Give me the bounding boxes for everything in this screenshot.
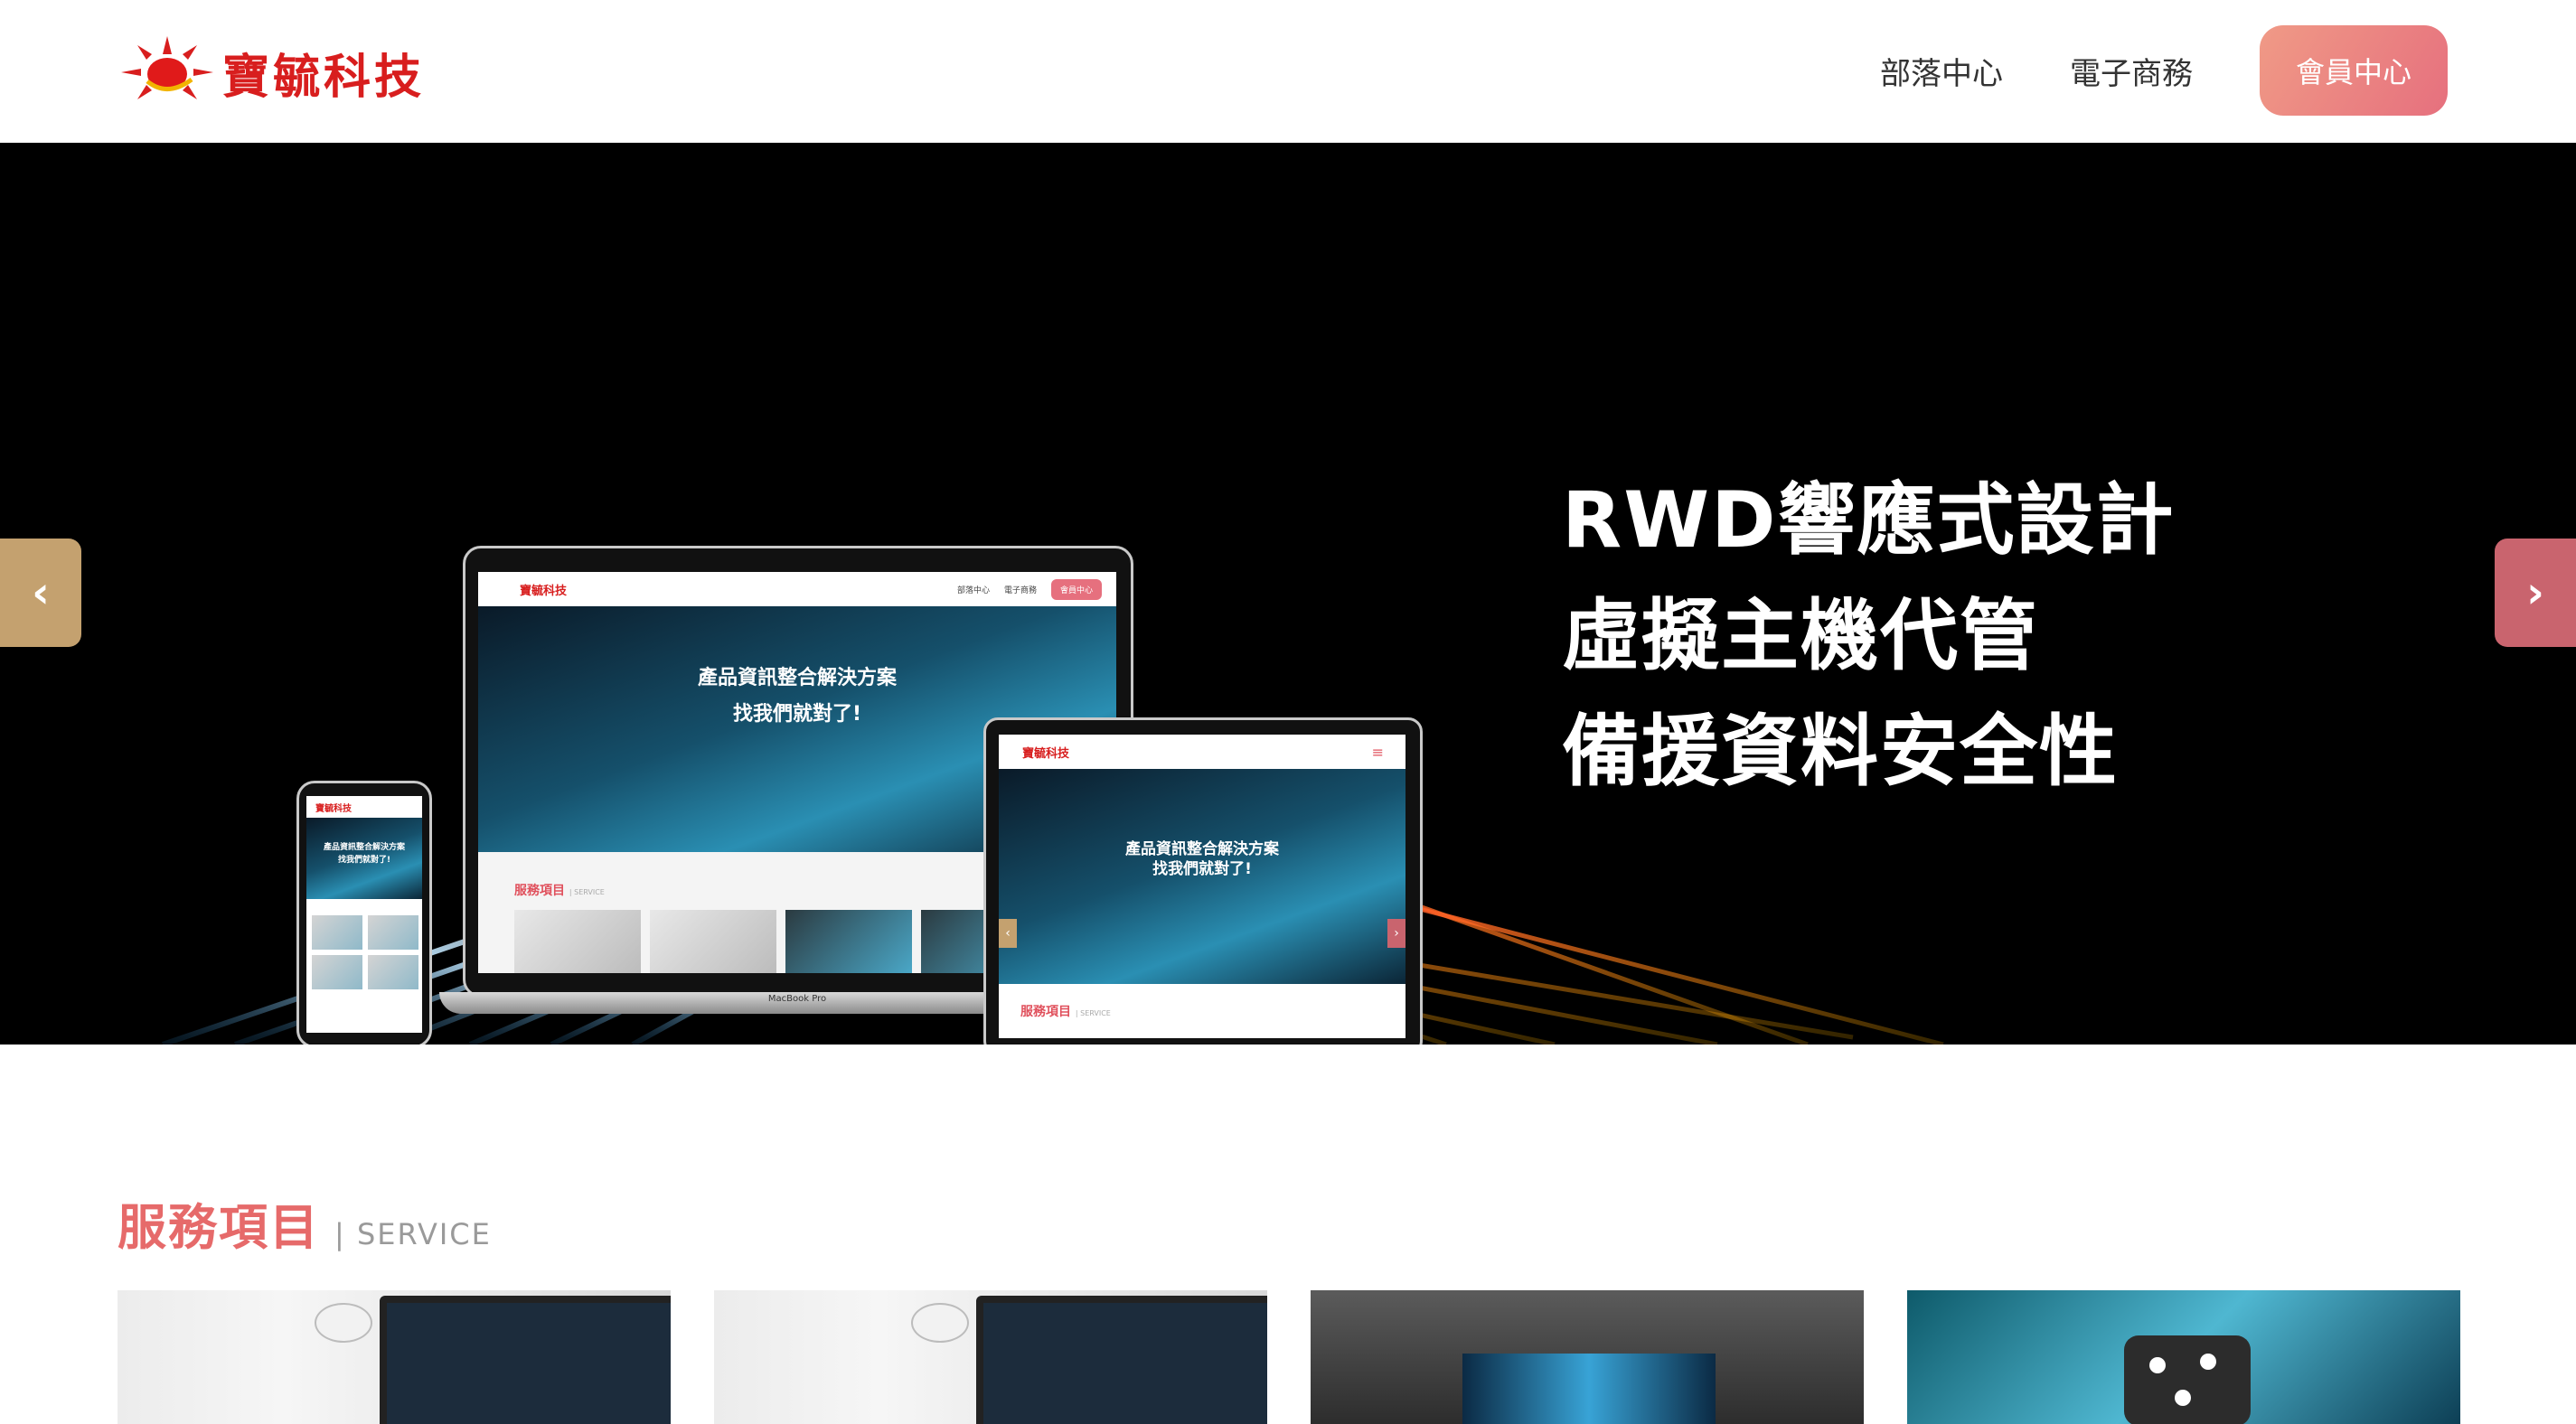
mockup-nav: 部落中心 電子商務 會員中心 xyxy=(956,578,1116,600)
carousel-next-button[interactable]: › xyxy=(2495,539,2576,647)
hero-line-hosting: 虛擬主機代管 xyxy=(1562,591,2039,681)
tablet-mockup-logo: 寶毓科技 xyxy=(1022,746,1070,761)
hero-line-rwd: RWD響應式設計 xyxy=(1562,475,2176,566)
service-section-title: 服務項目 | SERVICE xyxy=(118,1187,492,1259)
tech-device-image xyxy=(2124,1335,2251,1424)
hero-line-backup: 備援資料安全性 xyxy=(1562,707,2119,797)
mockup-service-title: 服務項目 | SERVICE xyxy=(514,881,605,899)
mockup-thumbnail xyxy=(785,910,912,973)
phone-headline-line-1: 產品資訊整合解決方案 xyxy=(323,843,405,852)
mockup-service-zh: 服務項目 xyxy=(514,884,565,898)
tablet-mockup-service-title: 服務項目 | SERVICE xyxy=(1020,1002,1111,1020)
phone-grid-cell xyxy=(312,955,362,989)
phone-mockup-header: 寶毓科技 xyxy=(306,796,422,818)
service-title-zh: 服務項目 xyxy=(118,1199,320,1256)
monitor-image xyxy=(380,1296,671,1424)
service-card[interactable] xyxy=(1907,1290,2460,1424)
tablet-service-zh: 服務項目 xyxy=(1020,1005,1071,1019)
phone-grid-cell xyxy=(312,915,362,950)
member-center-button[interactable]: 會員中心 xyxy=(2260,25,2448,116)
site-logo[interactable]: 寶毓科技 xyxy=(118,34,425,110)
mockup-thumbnail xyxy=(650,910,776,973)
chevron-right-icon: › xyxy=(2526,567,2544,618)
phone-mockup-headline: 產品資訊整合解決方案 找我們就對了! xyxy=(306,841,422,867)
tablet-next-arrow-icon: › xyxy=(1387,919,1406,948)
carousel-prev-button[interactable]: ‹ xyxy=(0,539,81,647)
phone-screen: 寶毓科技 產品資訊整合解決方案 找我們就對了! xyxy=(306,796,422,1033)
site-header: 寶毓科技 部落中心 電子商務 會員中心 xyxy=(0,0,2576,143)
hero-carousel: 寶毓科技 部落中心 電子商務 會員中心 產品資訊整合解決方案 找我們就對了! 服… xyxy=(0,143,2576,1045)
lamp-image xyxy=(911,1303,969,1343)
hero-headline: RWD響應式設計 虛擬主機代管 備援資料安全性 xyxy=(1562,463,2175,810)
mockup-service-en: | SERVICE xyxy=(569,888,605,896)
mockup-nav-ecommerce: 電子商務 xyxy=(1003,586,1037,595)
service-card[interactable] xyxy=(118,1290,671,1424)
service-card[interactable] xyxy=(714,1290,1267,1424)
tablet-mockup-header: 寶毓科技 ≡ xyxy=(999,735,1406,769)
mockup-thumbnail xyxy=(514,910,641,973)
service-title-en: | SERVICE xyxy=(334,1217,492,1251)
monitor-image xyxy=(976,1296,1267,1424)
tablet-mockup-service: 服務項目 | SERVICE xyxy=(999,984,1406,1038)
tablet-mockup: 寶毓科技 ≡ ‹ › 產品資訊整合解決方案 找我們就對了! 服務項目 | SER… xyxy=(983,717,1423,1045)
service-card[interactable] xyxy=(1311,1290,1864,1424)
mockup-cta: 會員中心 xyxy=(1050,578,1102,600)
mockup-header: 寶毓科技 部落中心 電子商務 會員中心 xyxy=(478,572,1116,606)
phone-headline-line-2: 找我們就對了! xyxy=(337,856,391,865)
chevron-left-icon: ‹ xyxy=(32,567,50,618)
phone-mockup: 寶毓科技 產品資訊整合解決方案 找我們就對了! xyxy=(296,781,432,1045)
phone-mockup-hero: 產品資訊整合解決方案 找我們就對了! xyxy=(306,818,422,899)
tablet-prev-arrow-icon: ‹ xyxy=(999,919,1017,948)
tablet-mockup-hero: ‹ › 產品資訊整合解決方案 找我們就對了! xyxy=(999,769,1406,984)
tablet-headline-line-1: 產品資訊整合解決方案 xyxy=(1125,840,1279,858)
device-dot xyxy=(2175,1390,2191,1406)
nav-link-blog[interactable]: 部落中心 xyxy=(1880,49,2003,93)
lamp-image xyxy=(315,1303,372,1343)
sun-logo-icon xyxy=(121,36,213,99)
tablet-mockup-headline: 產品資訊整合解決方案 找我們就對了! xyxy=(999,839,1406,879)
nav-link-ecommerce[interactable]: 電子商務 xyxy=(2070,49,2193,93)
mockup-nav-blog: 部落中心 xyxy=(956,586,990,595)
tablet-screen: 寶毓科技 ≡ ‹ › 產品資訊整合解決方案 找我們就對了! 服務項目 | SER… xyxy=(999,735,1406,1038)
device-dot xyxy=(2149,1357,2166,1373)
phone-grid-cell xyxy=(368,915,418,950)
server-room-image xyxy=(1462,1354,1716,1424)
mockup-logo: 寶毓科技 xyxy=(520,584,568,598)
phone-mockup-logo: 寶毓科技 xyxy=(315,803,352,814)
mockup-headline-line-1: 產品資訊整合解決方案 xyxy=(697,667,897,689)
phone-mockup-grid xyxy=(312,915,418,989)
service-cards xyxy=(118,1290,2460,1424)
phone-grid-cell xyxy=(368,955,418,989)
device-dot xyxy=(2200,1354,2216,1370)
tablet-headline-line-2: 找我們就對了! xyxy=(1152,860,1252,878)
logo-text: 寶毓科技 xyxy=(222,49,426,105)
hamburger-menu-icon: ≡ xyxy=(1371,743,1384,761)
mockup-thumbnails xyxy=(514,910,1048,973)
tablet-service-en: | SERVICE xyxy=(1075,1009,1111,1017)
main-nav: 部落中心 電子商務 會員中心 xyxy=(1880,25,2448,116)
